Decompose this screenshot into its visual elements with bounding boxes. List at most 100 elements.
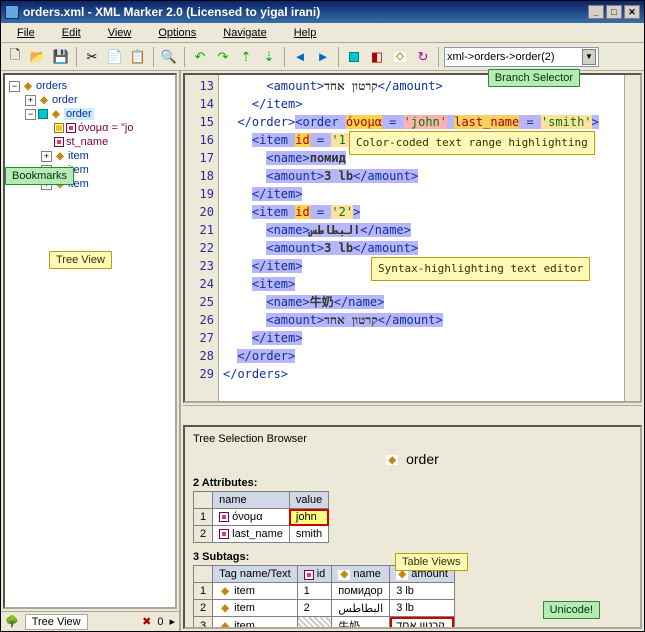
code-line[interactable]: <item id = '2'> [223,203,620,221]
column-header[interactable]: name [213,492,290,509]
code-line[interactable]: </item> [223,329,620,347]
maximize-button[interactable]: □ [606,5,622,19]
scrollbar-h[interactable] [183,405,642,421]
tree-node[interactable]: +◈item [7,149,173,163]
cut-button[interactable]: ✂ [82,47,102,67]
app-window: orders.xml - XML Marker 2.0 (Licensed to… [0,0,645,632]
expand-icon [41,137,52,148]
tree-node[interactable]: −◈orders [7,79,173,93]
browser-element: ◈ order [193,451,632,467]
nav-child-button[interactable]: ⇣ [259,47,279,67]
table-row[interactable]: 1 όνομαjohn [194,509,329,526]
tree-node[interactable]: − ◈order [7,107,173,121]
next-sibling-button[interactable]: ► [313,47,333,67]
subtags-table[interactable]: Tag name/Text id◈ name◈ amount1◈ item1по… [193,565,455,629]
column-header[interactable]: value [289,492,328,509]
attributes-table[interactable]: namevalue1 όνομαjohn2 last_namesmith [193,491,329,543]
attribute-icon [54,137,64,147]
menu-navigate[interactable]: Navigate [211,25,278,41]
menu-edit[interactable]: Edit [50,25,93,41]
code-line[interactable]: <amount>3 lb</amount> [223,167,620,185]
callout-bookmarks: Bookmarks [5,167,74,185]
element-icon: ◈ [219,621,231,629]
new-button[interactable]: 🗋 [5,47,25,67]
menu-view[interactable]: View [96,25,144,41]
code-line[interactable]: </order> [223,347,620,365]
tree-view[interactable]: −◈orders+◈order−◈orderόνομα = "jost_name… [3,73,177,609]
menu-options[interactable]: Options [146,25,208,41]
bookmark-toggle-button[interactable] [344,47,364,67]
tree-node[interactable]: +◈order [7,93,173,107]
menu-file[interactable]: File [5,25,47,41]
sidebar: −◈orders+◈order−◈orderόνομα = "jost_name… [1,71,181,631]
dropdown-icon[interactable]: ▼ [582,49,596,65]
callout-syntax-editor: Syntax-highlighting text editor [371,257,590,281]
tree-node-label: order [52,94,78,106]
expand-icon[interactable]: + [41,151,52,162]
code-line[interactable]: <amount>קרטון אחד</amount> [223,311,620,329]
minimize-button[interactable]: _ [588,5,604,19]
code-line[interactable]: <name>牛奶</name> [223,293,620,311]
tree-node-label: item [68,150,89,162]
more-icon[interactable]: ▸ [169,615,175,628]
copy-button[interactable]: 📄 [105,47,125,67]
attribute-icon [304,570,314,580]
table-row[interactable]: 2 last_namesmith [194,526,329,543]
tree-selection-browser: Tree Selection Browser ◈ order 2 Attribu… [183,425,642,629]
find-button[interactable]: 🔍 [159,47,179,67]
column-header[interactable]: Tag name/Text [213,566,298,583]
code-line[interactable]: <name>البطاطس</name> [223,221,620,239]
error-icon: ✖ [142,615,151,628]
toolbar: 🗋 📂 💾 ✂ 📄 📋 🔍 ↶ ↷ ⇡ ⇣ ◄ ► ◧ ◇ ↻ xml->ord… [1,43,644,71]
sidebar-status: 🌳 Tree View ✖ 0 ▸ [1,611,179,631]
expand-icon[interactable]: − [9,81,20,92]
tree-node[interactable]: όνομα = "jo [7,121,173,135]
callout-unicode: Unicode! [543,601,600,619]
nav-parent-button[interactable]: ⇡ [236,47,256,67]
scrollbar-v[interactable] [624,75,640,401]
tree-node[interactable]: st_name [7,135,173,149]
browser-title: Tree Selection Browser [193,433,632,445]
paste-button[interactable]: 📋 [128,47,148,67]
expand-icon[interactable]: + [25,95,36,106]
error-count: 0 [157,616,163,628]
separator [184,47,185,67]
refresh-button[interactable]: ↻ [413,47,433,67]
prev-sibling-button[interactable]: ◄ [290,47,310,67]
table-row[interactable]: 3◈ item牛奶קרטון אחד [194,617,455,630]
branch-selector[interactable]: xml->orders->order(2) ▼ [444,47,599,67]
nav-prev-button[interactable]: ↶ [190,47,210,67]
column-header[interactable]: id [297,566,332,583]
code-line[interactable]: </item> [223,95,620,113]
element-icon: ◈ [38,95,50,105]
bookmark-icon [38,109,48,119]
close-button[interactable]: ✕ [624,5,640,19]
table-row[interactable]: 1◈ item1помидор3 lb [194,583,455,600]
table-row[interactable]: 2◈ item2البطاطس3 lb [194,600,455,617]
open-button[interactable]: 📂 [28,47,48,67]
bookmark-icon [54,123,64,133]
bookmark2-button[interactable]: ◧ [367,47,387,67]
code-editor[interactable]: <amount>קרטון אחד</amount> </item> </ord… [219,75,624,401]
save-button[interactable]: 💾 [51,47,71,67]
code-line[interactable]: <amount>3 lb</amount> [223,239,620,257]
element-icon: ◈ [219,603,231,613]
browser-element-name: order [406,451,439,467]
tree-node-label: st_name [66,136,108,148]
tree-node-label: order [64,108,94,120]
nav-next-button[interactable]: ↷ [213,47,233,67]
code-line[interactable]: </order><order όνομα = 'john' last_name … [223,113,620,131]
column-header[interactable]: ◈ name [332,566,390,583]
tree-tab[interactable]: Tree View [25,614,88,630]
tree-node-label: orders [36,80,67,92]
separator [76,47,77,67]
code-line[interactable]: </item> [223,185,620,203]
code-line[interactable]: </orders> [223,365,620,383]
nodeview-button[interactable]: ◇ [390,47,410,67]
menu-help[interactable]: Help [282,25,329,41]
callout-color-range: Color-coded text range highlighting [349,131,595,155]
separator [338,47,339,67]
expand-icon[interactable]: − [25,109,36,120]
separator [153,47,154,67]
element-icon: ◈ [50,109,62,119]
